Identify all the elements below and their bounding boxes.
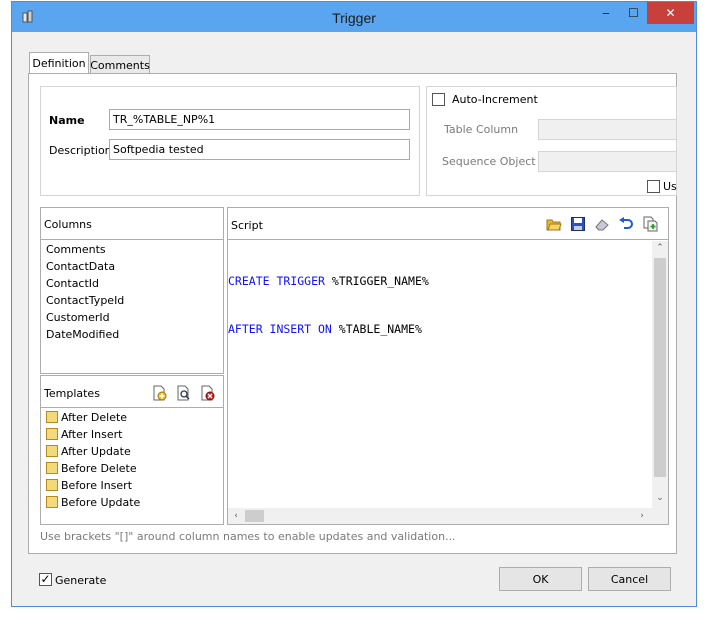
sequence-object-select[interactable]	[538, 151, 677, 172]
name-description-group: Name TR_%TABLE_NP%1 Description Softpedi…	[40, 86, 420, 196]
maximize-icon: ☐	[628, 6, 639, 20]
list-item[interactable]: Before Update	[46, 494, 220, 511]
horizontal-scroll-thumb[interactable]	[245, 510, 264, 522]
horizontal-scrollbar[interactable]: ‹ ›	[228, 508, 668, 524]
scroll-up-icon[interactable]: ⌃	[652, 243, 668, 253]
sql-keyword: AFTER INSERT ON	[228, 322, 332, 336]
open-folder-icon[interactable]	[546, 216, 562, 232]
maximize-button[interactable]: ☐	[620, 2, 647, 24]
script-header: Script	[228, 208, 668, 240]
definition-panel: Name TR_%TABLE_NP%1 Description Softpedi…	[28, 73, 677, 554]
minimize-icon: ‒	[602, 6, 610, 20]
title-bar[interactable]: Trigger ‒ ☐ ✕	[12, 2, 696, 32]
template-icon	[46, 411, 58, 423]
list-item[interactable]: ContactId	[46, 275, 220, 292]
columns-header-label: Columns	[44, 218, 92, 231]
script-editor[interactable]: CREATE TRIGGER %TRIGGER_NAME% AFTER INSE…	[228, 241, 652, 507]
undo-icon[interactable]	[618, 216, 634, 232]
cancel-button-label: Cancel	[610, 572, 649, 586]
hint-text: Use brackets "[]" around column names to…	[40, 530, 456, 543]
columns-box: Columns Comments ContactData ContactId C…	[40, 207, 224, 374]
list-item[interactable]: Comments	[46, 241, 220, 258]
sql-text: %TABLE_NAME%	[331, 322, 422, 336]
scroll-right-icon[interactable]: ›	[636, 511, 648, 521]
save-icon[interactable]	[570, 216, 586, 232]
name-input[interactable]: TR_%TABLE_NP%1	[109, 109, 410, 130]
template-icon	[46, 479, 58, 491]
list-item[interactable]: After Insert	[46, 426, 220, 443]
templates-header-label: Templates	[44, 387, 100, 400]
template-label: Before Delete	[61, 462, 137, 475]
list-item[interactable]: DateModified	[46, 326, 220, 343]
minimize-button[interactable]: ‒	[592, 2, 620, 24]
close-button[interactable]: ✕	[647, 2, 694, 24]
description-input[interactable]: Softpedia tested	[109, 139, 410, 160]
template-icon	[46, 428, 58, 440]
cancel-button[interactable]: Cancel	[588, 567, 671, 591]
list-item[interactable]: CustomerId	[46, 309, 220, 326]
template-icon	[46, 445, 58, 457]
list-item[interactable]: Before Insert	[46, 477, 220, 494]
eraser-icon[interactable]	[594, 216, 610, 232]
copy-icon[interactable]	[642, 216, 658, 232]
tab-definition[interactable]: Definition	[29, 52, 89, 74]
check-icon: ✓	[40, 572, 51, 586]
table-column-select[interactable]	[538, 119, 677, 140]
table-column-label: Table Column	[444, 123, 519, 136]
description-label: Description	[49, 144, 112, 157]
close-icon: ✕	[665, 6, 676, 20]
columns-header: Columns	[41, 208, 223, 240]
scroll-down-icon[interactable]: ⌄	[652, 493, 668, 503]
scroll-left-icon[interactable]: ‹	[230, 511, 242, 521]
list-item[interactable]: ContactData	[46, 258, 220, 275]
use-checkbox[interactable]	[647, 180, 660, 193]
tab-comments[interactable]: Comments	[90, 55, 150, 75]
template-label: After Delete	[61, 411, 128, 424]
generate-checkbox[interactable]: ✓	[39, 573, 52, 586]
template-label: Before Insert	[61, 479, 133, 492]
sql-keyword: CREATE TRIGGER	[228, 274, 325, 288]
templates-list: After Delete After Insert After Update B…	[46, 409, 220, 511]
tab-comments-label: Comments	[90, 59, 150, 72]
generate-label: Generate	[55, 574, 107, 587]
view-template-icon[interactable]	[175, 385, 191, 401]
template-label: Before Update	[61, 496, 141, 509]
name-label: Name	[49, 114, 85, 127]
auto-increment-checkbox[interactable]	[432, 93, 445, 106]
delete-template-icon[interactable]	[199, 385, 215, 401]
templates-header: Templates	[41, 376, 223, 408]
script-header-label: Script	[231, 219, 263, 232]
list-item[interactable]: ContactTypeId	[46, 292, 220, 309]
templates-box: Templates After Delete After Insert Afte…	[40, 375, 224, 525]
template-icon	[46, 462, 58, 474]
add-template-icon[interactable]	[151, 385, 167, 401]
vertical-scrollbar[interactable]: ⌃ ⌄	[652, 241, 668, 508]
auto-increment-group: Auto-Increment Table Column Sequence Obj…	[426, 86, 677, 196]
template-label: After Update	[61, 445, 131, 458]
use-label: Us	[663, 180, 677, 193]
list-item[interactable]: After Update	[46, 443, 220, 460]
tab-definition-label: Definition	[32, 57, 86, 70]
auto-increment-label: Auto-Increment	[452, 93, 538, 106]
script-box: Script CREATE TRIGGER %TRIGGER_NAME% AFT…	[227, 207, 669, 525]
ok-button[interactable]: OK	[499, 567, 582, 591]
sql-text: %TRIGGER_NAME%	[324, 274, 429, 288]
ok-button-label: OK	[532, 572, 549, 586]
vertical-scroll-thumb[interactable]	[654, 258, 666, 477]
columns-list: Comments ContactData ContactId ContactTy…	[46, 241, 220, 343]
list-item[interactable]: After Delete	[46, 409, 220, 426]
sequence-object-label: Sequence Object	[442, 155, 536, 168]
template-label: After Insert	[61, 428, 123, 441]
template-icon	[46, 496, 58, 508]
list-item[interactable]: Before Delete	[46, 460, 220, 477]
